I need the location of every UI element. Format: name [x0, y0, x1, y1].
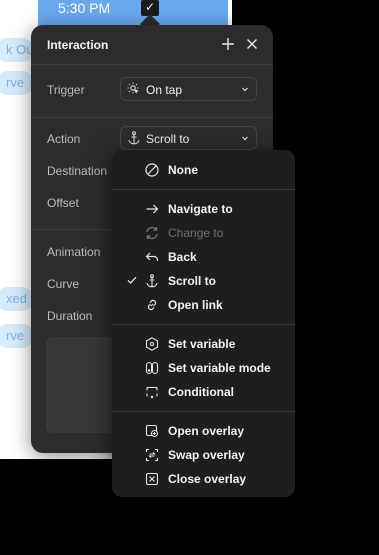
action-label: Action	[47, 132, 81, 146]
menu-item-change-to: Change to	[112, 221, 295, 245]
menu-item-label: None	[168, 163, 198, 177]
menu-item-label: Set variable	[168, 337, 236, 351]
none-circle-icon	[144, 162, 160, 178]
swap-cycle-icon	[144, 225, 160, 241]
menu-item-none[interactable]: None	[112, 158, 295, 182]
menu-separator	[112, 324, 295, 325]
conditional-icon	[144, 384, 160, 400]
open-overlay-icon	[144, 423, 160, 439]
trigger-select[interactable]: On tap	[120, 77, 257, 101]
menu-item-label: Swap overlay	[168, 448, 245, 462]
menu-item-close-overlay[interactable]: Close overlay	[112, 467, 295, 491]
trigger-label: Trigger	[47, 83, 85, 97]
menu-item-back[interactable]: Back	[112, 245, 295, 269]
panel-header: Interaction	[31, 25, 273, 65]
menu-item-open-link[interactable]: Open link	[112, 293, 295, 317]
menu-item-label: Close overlay	[168, 472, 247, 486]
menu-item-label: Conditional	[168, 385, 234, 399]
menu-item-swap-overlay[interactable]: Swap overlay	[112, 443, 295, 467]
curve-label: Curve	[47, 277, 80, 291]
chevron-down-icon	[240, 84, 250, 94]
menu-item-label: Navigate to	[168, 202, 233, 216]
action-select[interactable]: Scroll to	[120, 126, 257, 150]
canvas-pill: k Out	[0, 38, 34, 62]
menu-item-open-overlay[interactable]: Open overlay	[112, 419, 295, 443]
swap-overlay-icon	[144, 447, 160, 463]
menu-item-label: Open overlay	[168, 424, 245, 438]
anchor-icon	[126, 130, 142, 146]
menu-item-label: Set variable mode	[168, 361, 271, 375]
menu-item-conditional[interactable]: Conditional	[112, 380, 295, 404]
action-dropdown-menu: None Navigate to Change to Back Scroll t…	[112, 150, 295, 497]
menu-item-label: Change to	[168, 226, 224, 240]
close-overlay-icon	[144, 471, 160, 487]
arrow-right-icon	[144, 201, 160, 217]
menu-item-label: Open link	[168, 298, 223, 312]
canvas-time-label: 5:30 PM	[58, 0, 111, 16]
panel-title: Interaction	[47, 38, 109, 52]
canvas-pill: rve	[0, 71, 34, 95]
link-icon	[144, 297, 160, 313]
trigger-value: On tap	[146, 83, 183, 97]
canvas-pill: rve	[0, 324, 34, 348]
variable-icon	[144, 336, 160, 352]
variable-mode-icon	[144, 360, 160, 376]
menu-item-set-variable[interactable]: Set variable	[112, 332, 295, 356]
menu-item-set-variable-mode[interactable]: Set variable mode	[112, 356, 295, 380]
animation-label: Animation	[47, 245, 101, 259]
section-divider	[31, 117, 273, 118]
offset-label: Offset	[47, 196, 79, 210]
menu-item-navigate-to[interactable]: Navigate to	[112, 197, 295, 221]
close-icon[interactable]	[243, 35, 261, 53]
back-arrow-icon	[144, 249, 160, 265]
anchor-icon	[144, 273, 160, 289]
menu-separator	[112, 411, 295, 412]
menu-item-label: Back	[168, 250, 197, 264]
menu-item-label: Scroll to	[168, 274, 217, 288]
destination-label: Destination	[47, 164, 108, 178]
checkmark-icon	[126, 274, 138, 286]
tap-icon	[126, 81, 142, 97]
action-value: Scroll to	[146, 132, 190, 146]
duration-label: Duration	[47, 309, 93, 323]
add-icon[interactable]	[219, 35, 237, 53]
menu-separator	[112, 189, 295, 190]
menu-item-scroll-to[interactable]: Scroll to	[112, 269, 295, 293]
canvas-pill: xed Ou	[0, 287, 34, 311]
chevron-down-icon	[240, 133, 250, 143]
